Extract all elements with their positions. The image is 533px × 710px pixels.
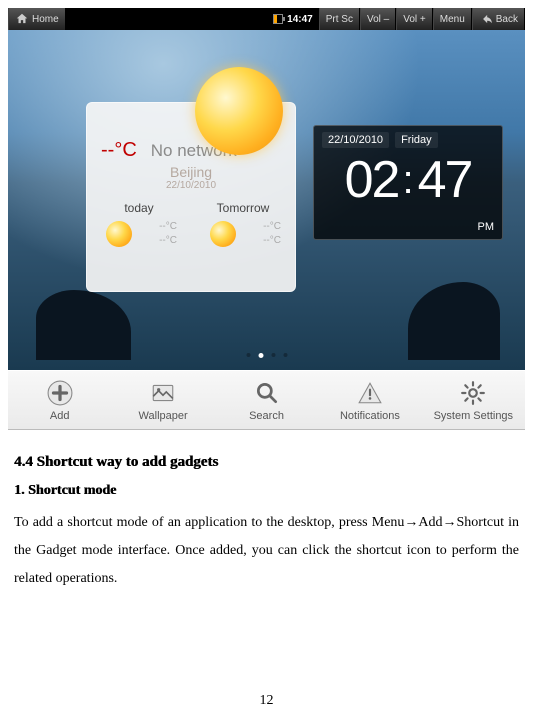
plus-icon	[46, 379, 74, 407]
sun-icon	[210, 221, 236, 247]
clock-day: Friday	[395, 132, 438, 148]
today-low: --°C	[159, 234, 177, 248]
desktop-wallpaper[interactable]: --°C No network Beijing 22/10/2010 today…	[8, 30, 525, 370]
clock-date: 22/10/2010	[322, 132, 389, 148]
section-heading: 4.4 Shortcut way to add gadgets	[14, 454, 519, 471]
menu-button[interactable]: Menu	[433, 8, 472, 30]
document-body: 4.4 Shortcut way to add gadgets 1. Short…	[8, 430, 525, 709]
home-button[interactable]: Home	[8, 8, 66, 30]
sun-icon	[195, 67, 283, 155]
menu-system-settings[interactable]: System Settings	[422, 371, 525, 429]
gear-icon	[459, 379, 487, 407]
sun-icon	[106, 221, 132, 247]
menu-add-label: Add	[50, 410, 70, 422]
menu-search-label: Search	[249, 410, 284, 422]
menu-settings-label: System Settings	[434, 410, 513, 422]
volume-up-button[interactable]: Vol +	[396, 8, 433, 30]
weather-widget[interactable]: --°C No network Beijing 22/10/2010 today…	[86, 102, 296, 292]
menu-wallpaper-label: Wallpaper	[139, 410, 188, 422]
today-label: today	[87, 201, 191, 215]
weather-date: 22/10/2010	[87, 180, 295, 191]
weather-location: Beijing	[87, 164, 295, 180]
warning-icon	[356, 379, 384, 407]
volume-down-button[interactable]: Vol –	[360, 8, 396, 30]
clock-minutes: 47	[418, 150, 472, 210]
menu-add[interactable]: Add	[8, 371, 111, 429]
status-time: 14:47	[287, 14, 313, 25]
system-top-bar: Home 14:47 Prt Sc Vol – Vol + Menu Back	[8, 8, 525, 30]
body-paragraph: To add a shortcut mode of an application…	[14, 509, 519, 593]
print-screen-button[interactable]: Prt Sc	[319, 8, 360, 30]
search-icon	[253, 379, 281, 407]
menu-notifications[interactable]: Notifications	[318, 371, 421, 429]
menu-notifications-label: Notifications	[340, 410, 400, 422]
home-label: Home	[32, 14, 59, 25]
page-number: 12	[14, 693, 519, 709]
menu-wallpaper[interactable]: Wallpaper	[111, 371, 214, 429]
menu-search[interactable]: Search	[215, 371, 318, 429]
subsection-heading: 1. Shortcut mode	[14, 483, 519, 499]
today-high: --°C	[159, 220, 177, 234]
clock-colon: :	[402, 154, 413, 206]
page-indicator	[246, 353, 287, 358]
options-menu: Add Wallpaper Search Notifications Syste…	[8, 370, 525, 430]
back-label: Back	[496, 14, 518, 25]
tomorrow-high: --°C	[263, 220, 281, 234]
clock-ampm: PM	[478, 221, 495, 233]
tomorrow-label: Tomorrow	[191, 201, 295, 215]
back-button[interactable]: Back	[472, 8, 525, 30]
image-icon	[149, 379, 177, 407]
tomorrow-low: --°C	[263, 234, 281, 248]
status-bar: 14:47	[267, 14, 319, 25]
clock-hours: 02	[345, 150, 399, 210]
battery-icon	[273, 14, 283, 24]
clock-widget[interactable]: 22/10/2010 Friday 02 : 47 PM	[313, 125, 503, 240]
current-temperature: --°C	[101, 139, 137, 162]
